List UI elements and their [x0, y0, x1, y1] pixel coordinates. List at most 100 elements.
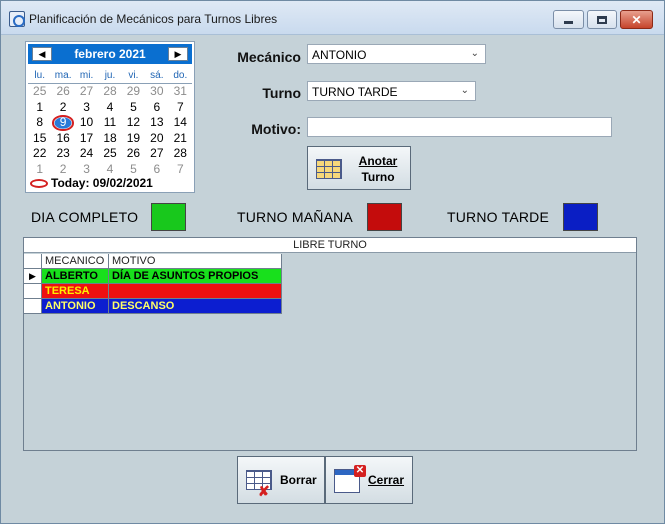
grid-caption: LIBRE TURNO — [24, 238, 636, 253]
table-row[interactable]: TERESA — [24, 284, 282, 299]
borrar-button[interactable]: ✘ Borrar — [237, 456, 325, 504]
calendar-day[interactable]: 30 — [145, 84, 168, 100]
calendar-day[interactable]: 6 — [145, 100, 168, 116]
calendar-days: 25 26 27 28 29 30 31 1 2 3 4 5 6 7 8 9 10 11 12 13 14 15 16 17 1… — [28, 84, 192, 177]
calendar-day[interactable]: 14 — [169, 115, 192, 131]
prev-month-button[interactable]: ◀ — [32, 47, 52, 61]
calendar-day[interactable]: 7 — [169, 100, 192, 116]
legend-turno-manana-swatch — [367, 203, 402, 231]
cell-mecanico[interactable]: TERESA — [42, 284, 109, 298]
main-window: Planificación de Mecánicos para Turnos L… — [0, 0, 665, 524]
mecanico-select[interactable]: ANTONIO ⌄ — [307, 44, 486, 64]
calendar-day[interactable]: 6 — [145, 162, 168, 178]
calendar-day[interactable]: 25 — [98, 146, 121, 162]
calendar-day[interactable]: 7 — [169, 162, 192, 178]
calendar-day[interactable]: 1 — [28, 162, 51, 178]
today-circle-icon — [30, 179, 48, 189]
calendar-day[interactable]: 17 — [75, 131, 98, 147]
cell-motivo[interactable]: DESCANSO — [109, 299, 282, 313]
cerrar-button[interactable]: ✕ Cerrar — [325, 456, 413, 504]
cell-motivo[interactable]: DÍA DE ASUNTOS PROPIOS — [109, 269, 282, 283]
calendar-day[interactable]: 11 — [98, 115, 121, 131]
calendar-day[interactable]: 15 — [28, 131, 51, 147]
calendar-day[interactable]: 23 — [51, 146, 74, 162]
row-indicator — [24, 284, 42, 298]
chevron-down-icon[interactable]: ⌄ — [471, 48, 479, 59]
motivo-label: Motivo: — [251, 121, 301, 137]
calendar-day[interactable]: 4 — [98, 162, 121, 178]
calendar-day[interactable]: 5 — [122, 100, 145, 116]
calendar-day[interactable]: 21 — [169, 131, 192, 147]
grid-rows: ▶ ALBERTO DÍA DE ASUNTOS PROPIOS TERESA ANTO… — [24, 269, 282, 314]
calendar-day[interactable]: 29 — [122, 84, 145, 100]
month-calendar[interactable]: ◀ febrero 2021 ▶ lu. ma. mi. ju. vi. sá. do. 2… — [25, 41, 195, 193]
cell-mecanico[interactable]: ALBERTO — [42, 269, 109, 283]
column-header-mecanico[interactable]: MECANICO — [42, 254, 109, 268]
calendar-day[interactable]: 27 — [75, 84, 98, 100]
table-row[interactable]: ▶ ALBERTO DÍA DE ASUNTOS PROPIOS — [24, 269, 282, 284]
calendar-month-label[interactable]: febrero 2021 — [54, 47, 166, 61]
anotar-turno-button[interactable]: Anotar Turno — [307, 146, 411, 190]
anotar-turno-label: Anotar Turno — [358, 154, 398, 184]
turno-select-value: TURNO TARDE — [312, 85, 398, 99]
calendar-day[interactable]: 3 — [75, 162, 98, 178]
next-month-button[interactable]: ▶ — [168, 47, 188, 61]
cell-motivo[interactable] — [109, 284, 282, 298]
table-grid-icon — [316, 159, 342, 179]
weekday-label: ju. — [104, 70, 116, 81]
calendar-day[interactable]: 27 — [145, 146, 168, 162]
chevron-down-icon[interactable]: ⌄ — [461, 85, 469, 96]
calendar-weekdays: lu. ma. mi. ju. vi. sá. do. — [28, 70, 192, 84]
maximize-icon — [597, 15, 607, 24]
calendar-day[interactable]: 26 — [122, 146, 145, 162]
calendar-day-selected[interactable]: 9 — [51, 115, 75, 131]
close-icon: ✕ — [631, 12, 642, 27]
weekday-label: lu. — [34, 70, 45, 81]
calendar-day[interactable]: 26 — [51, 84, 74, 100]
table-row[interactable]: ANTONIO DESCANSO — [24, 299, 282, 314]
mecanico-select-value: ANTONIO — [312, 48, 367, 62]
calendar-day[interactable]: 28 — [98, 84, 121, 100]
calendar-day[interactable]: 20 — [145, 131, 168, 147]
column-header-motivo[interactable]: MOTIVO — [109, 254, 282, 268]
cell-mecanico[interactable]: ANTONIO — [42, 299, 109, 313]
calendar-day[interactable]: 12 — [122, 115, 145, 131]
calendar-day[interactable]: 2 — [51, 100, 74, 116]
legend-dia-completo-swatch — [151, 203, 186, 231]
calendar-week: 8 9 10 11 12 13 14 — [28, 115, 192, 131]
cerrar-label: Cerrar — [368, 473, 405, 487]
delete-x-icon: ✘ — [258, 483, 270, 499]
legend-dia-completo-label: DIA COMPLETO — [31, 209, 139, 225]
close-button[interactable]: ✕ — [620, 10, 653, 29]
motivo-input[interactable] — [307, 117, 612, 137]
maximize-button[interactable] — [587, 10, 617, 29]
calendar-week: 1234567 — [28, 100, 192, 116]
calendar-day[interactable]: 8 — [28, 115, 51, 131]
calendar-day[interactable]: 28 — [169, 146, 192, 162]
calendar-day[interactable]: 25 — [28, 84, 51, 100]
calendar-day[interactable]: 4 — [98, 100, 121, 116]
legend-turno-tarde-swatch — [563, 203, 598, 231]
calendar-day[interactable]: 1 — [28, 100, 51, 116]
calendar-day[interactable]: 2 — [51, 162, 74, 178]
calendar-day[interactable]: 18 — [98, 131, 121, 147]
calendar-day[interactable]: 10 — [75, 115, 98, 131]
libre-turno-grid[interactable]: LIBRE TURNO MECANICO MOTIVO ▶ ALBERTO DÍA … — [23, 237, 637, 451]
title-bar[interactable]: Planificación de Mecánicos para Turnos L… — [1, 1, 664, 35]
minimize-button[interactable] — [553, 10, 584, 29]
calendar-day[interactable]: 22 — [28, 146, 51, 162]
calendar-week: 25 26 27 28 29 30 31 — [28, 84, 192, 100]
calendar-day[interactable]: 24 — [75, 146, 98, 162]
calendar-today[interactable]: Today: 09/02/2021 — [30, 176, 153, 190]
turno-select[interactable]: TURNO TARDE ⌄ — [307, 81, 476, 101]
calendar-day[interactable]: 5 — [122, 162, 145, 178]
calendar-day[interactable]: 13 — [145, 115, 168, 131]
weekday-label: vi. — [128, 70, 139, 81]
calendar-day[interactable]: 16 — [51, 131, 74, 147]
close-x-icon: ✕ — [354, 465, 366, 477]
weekday-label: do. — [173, 70, 188, 81]
row-indicator: ▶ — [24, 269, 42, 283]
calendar-day[interactable]: 19 — [122, 131, 145, 147]
calendar-day[interactable]: 31 — [169, 84, 192, 100]
calendar-day[interactable]: 3 — [75, 100, 98, 116]
